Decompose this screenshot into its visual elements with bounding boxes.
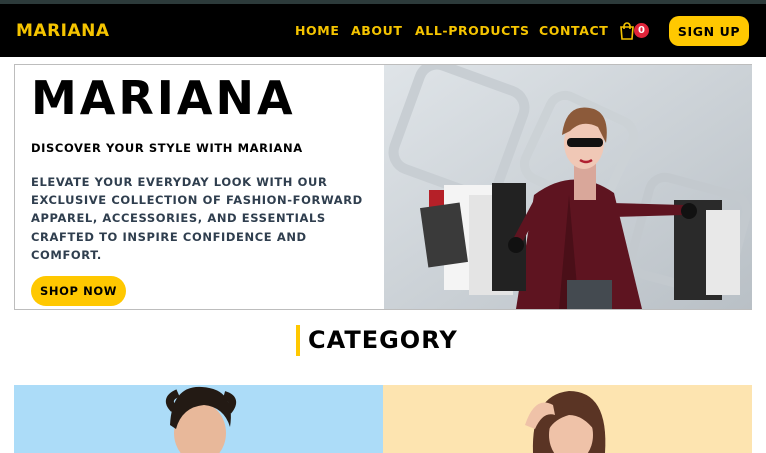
cart-count-badge: 0 — [634, 23, 649, 38]
hero-subtitle: DISCOVER YOUR STYLE WITH MARIANA — [31, 141, 303, 155]
brand-logo[interactable]: MARIANA — [16, 21, 110, 41]
shopping-bag-icon — [620, 22, 634, 40]
men-category-image — [165, 386, 237, 453]
navbar: MARIANA HOME ABOUT ALL-PRODUCTS CONTACT … — [0, 4, 766, 57]
sign-up-button[interactable]: SIGN UP — [669, 16, 749, 46]
cart-button[interactable]: 0 — [619, 21, 651, 43]
category-card-men[interactable] — [14, 385, 383, 453]
women-category-image — [525, 391, 606, 453]
hero-text-panel: MARIANA DISCOVER YOUR STYLE WITH MARIANA… — [15, 65, 384, 309]
hero-description: ELEVATE YOUR EVERYDAY LOOK WITH OUR EXCL… — [31, 175, 363, 262]
nav-about-link[interactable]: ABOUT — [351, 23, 403, 38]
nav-home-link[interactable]: HOME — [295, 23, 339, 38]
hero-image — [384, 65, 752, 309]
hero-title: MARIANA — [31, 71, 296, 125]
shop-now-button[interactable]: SHOP NOW — [31, 276, 126, 306]
category-card-women[interactable] — [383, 385, 752, 453]
category-heading: CATEGORY — [296, 325, 458, 356]
nav-all-products-link[interactable]: ALL-PRODUCTS — [415, 23, 530, 38]
hero-banner: MARIANA DISCOVER YOUR STYLE WITH MARIANA… — [14, 64, 752, 310]
nav-contact-link[interactable]: CONTACT — [539, 23, 608, 38]
